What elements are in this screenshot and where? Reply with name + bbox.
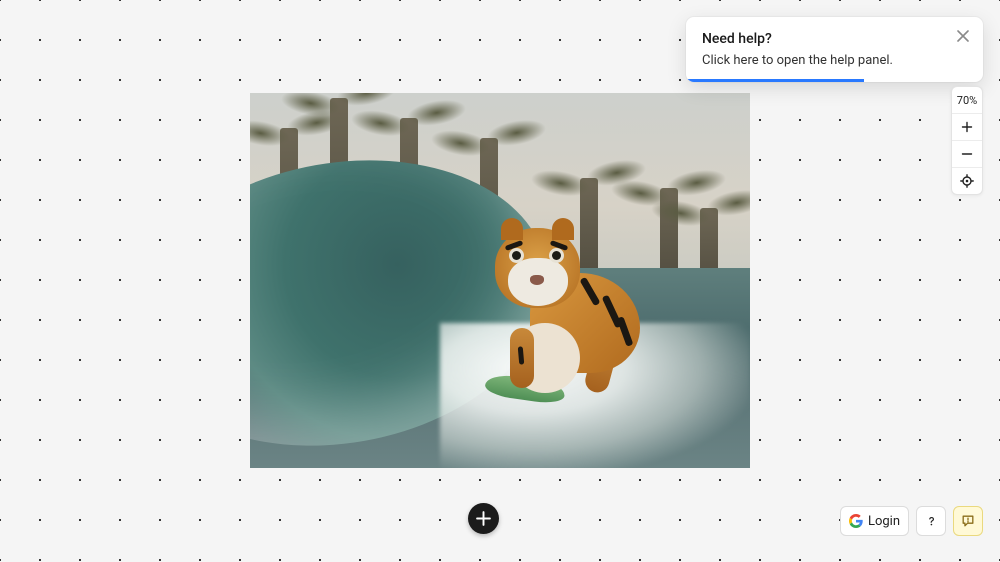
zoom-out-button[interactable] [952, 141, 982, 168]
add-button[interactable] [468, 503, 499, 534]
zoom-level-readout: 70% [952, 87, 982, 114]
canvas-image[interactable] [250, 93, 750, 468]
feedback-icon [961, 514, 975, 528]
help-popover[interactable]: Need help? Click here to open the help p… [686, 17, 983, 82]
popover-progress-bar [686, 79, 864, 82]
help-popover-title: Need help? [702, 31, 967, 47]
help-button[interactable] [916, 506, 946, 536]
google-logo-icon [849, 514, 863, 528]
close-icon [957, 30, 969, 42]
question-icon [925, 515, 938, 528]
feedback-button[interactable] [953, 506, 983, 536]
footer-controls: Login [840, 506, 983, 536]
login-label: Login [868, 514, 900, 529]
login-button[interactable]: Login [840, 506, 909, 536]
zoom-controls: 70% [951, 86, 983, 195]
crosshair-icon [960, 174, 974, 188]
recenter-button[interactable] [952, 168, 982, 194]
plus-icon [961, 121, 973, 133]
zoom-in-button[interactable] [952, 114, 982, 141]
plus-icon [476, 511, 491, 526]
help-popover-body: Click here to open the help panel. [702, 53, 967, 68]
close-button[interactable] [955, 28, 971, 44]
minus-icon [961, 148, 973, 160]
